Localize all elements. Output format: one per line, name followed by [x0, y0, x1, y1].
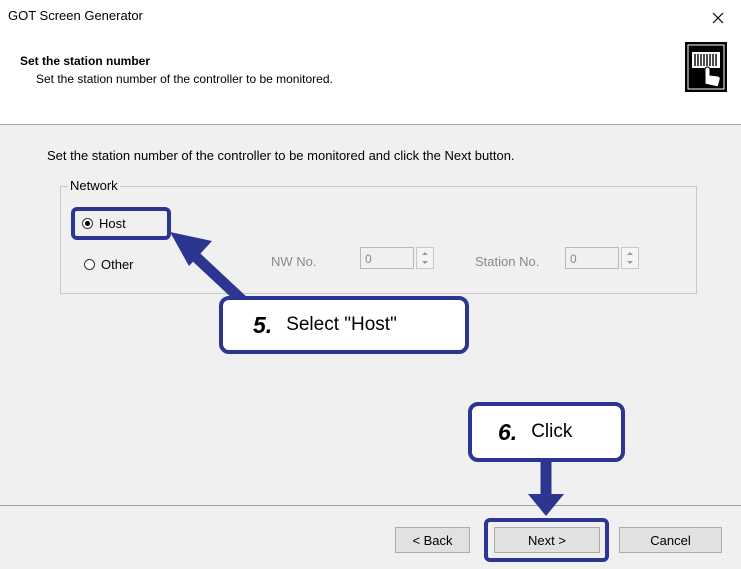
- step-5-number: 5.: [253, 311, 273, 338]
- step-6-number: 6.: [498, 418, 518, 445]
- step-6-text: Click: [531, 421, 573, 442]
- annotation-arrows: [170, 232, 564, 516]
- step-5-text: Select "Host": [286, 314, 397, 335]
- step-6-callout: 6. Click: [468, 402, 625, 462]
- step-5-callout: 5. Select "Host": [219, 296, 469, 354]
- arrow-to-next: [528, 460, 564, 516]
- arrow-to-host: [170, 232, 246, 305]
